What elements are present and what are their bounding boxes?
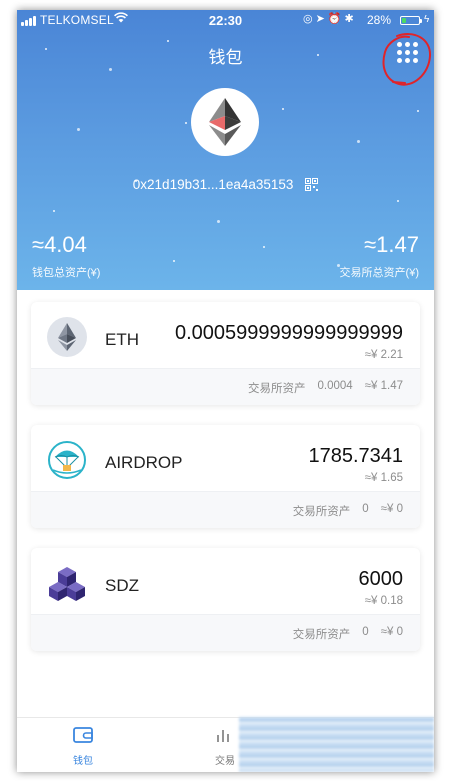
token-symbol: ETH — [105, 330, 139, 349]
charging-icon: ϟ — [424, 14, 430, 25]
token-amount: 1785.7341 — [308, 445, 403, 467]
phone-screen: TELKOMSEL 22:30 ◎➤⏰✱ 28% ϟ 钱包 0x21d19b31… — [17, 10, 434, 772]
qr-code-icon[interactable] — [305, 178, 319, 191]
token-exchange-row: 交易所资产 0.0004 ≈¥ 1.47 — [31, 368, 420, 405]
token-card-sdz[interactable]: SDZ 6000 ≈¥ 0.18 交易所资产 0 ≈¥ 0 — [31, 548, 420, 651]
exchange-assets-amount: 0.0004 — [317, 380, 353, 392]
tab-label: 钱包 — [73, 756, 93, 767]
exchange-assets-fiat: ≈¥ 1.47 — [364, 380, 403, 392]
app-menu-button[interactable] — [392, 37, 422, 67]
token-card-eth[interactable]: ETH 0.0005999999999999999 ≈¥ 2.21 交易所资产 … — [31, 302, 420, 405]
exchange-assets-fiat: ≈¥ 0 — [380, 626, 403, 638]
token-amount: 6000 — [358, 568, 404, 590]
token-fiat-value: ≈¥ 2.21 — [364, 349, 403, 361]
battery-percent: 28% — [367, 13, 392, 27]
page-title: 钱包 — [208, 48, 243, 67]
token-exchange-row: 交易所资产 0 ≈¥ 0 — [31, 491, 420, 528]
exchange-assets-label: 交易所资产 — [248, 383, 306, 395]
token-symbol: AIRDROP — [105, 453, 183, 472]
token-exchange-row: 交易所资产 0 ≈¥ 0 — [31, 614, 420, 651]
wallet-icon — [73, 727, 93, 743]
battery-icon — [400, 16, 422, 25]
token-card-airdrop[interactable]: AIRDROP 1785.7341 ≈¥ 1.65 交易所资产 0 ≈¥ 0 — [31, 425, 420, 528]
exchange-total-value: ≈1.47 — [364, 232, 419, 257]
wallet-avatar[interactable] — [191, 88, 259, 156]
wallet-total-label: 钱包总资产(¥) — [32, 267, 101, 279]
wallet-total-assets: ≈4.04 钱包总资产(¥) — [32, 232, 100, 280]
wallet-address-row[interactable]: 0x21d19b31...1ea4a35153 — [17, 177, 434, 192]
token-fiat-value: ≈¥ 1.65 — [364, 472, 403, 484]
wallet-address: 0x21d19b31...1ea4a35153 — [132, 177, 294, 192]
ethereum-logo-icon — [209, 98, 241, 146]
token-amount: 0.0005999999999999999 — [174, 322, 403, 344]
chart-icon — [217, 730, 229, 742]
exchange-assets-label: 交易所资产 — [292, 506, 351, 518]
airdrop-parachute-icon — [48, 441, 86, 479]
exchange-total-assets: ≈1.47 交易所总资产(¥) — [340, 232, 419, 280]
exchange-total-label: 交易所总资产(¥) — [339, 267, 419, 279]
ethereum-icon — [47, 317, 87, 357]
blurred-region — [239, 717, 434, 772]
wallet-total-value: ≈4.04 — [32, 232, 87, 257]
status-indicator-icons: ◎➤⏰✱ — [303, 13, 357, 25]
status-bar: TELKOMSEL 22:30 ◎➤⏰✱ 28% ϟ — [17, 10, 434, 30]
wallet-header: TELKOMSEL 22:30 ◎➤⏰✱ 28% ϟ 钱包 0x21d19b31… — [17, 10, 434, 290]
grid-menu-icon — [397, 42, 418, 63]
tab-wallet[interactable]: 钱包 — [53, 726, 113, 767]
exchange-assets-amount: 0 — [362, 503, 369, 515]
exchange-assets-amount: 0 — [362, 626, 369, 638]
sdz-cubes-icon — [49, 567, 85, 601]
token-fiat-value: ≈¥ 0.18 — [364, 595, 403, 607]
exchange-assets-label: 交易所资产 — [292, 629, 351, 641]
exchange-assets-fiat: ≈¥ 0 — [380, 503, 403, 515]
token-symbol: SDZ — [105, 576, 139, 595]
